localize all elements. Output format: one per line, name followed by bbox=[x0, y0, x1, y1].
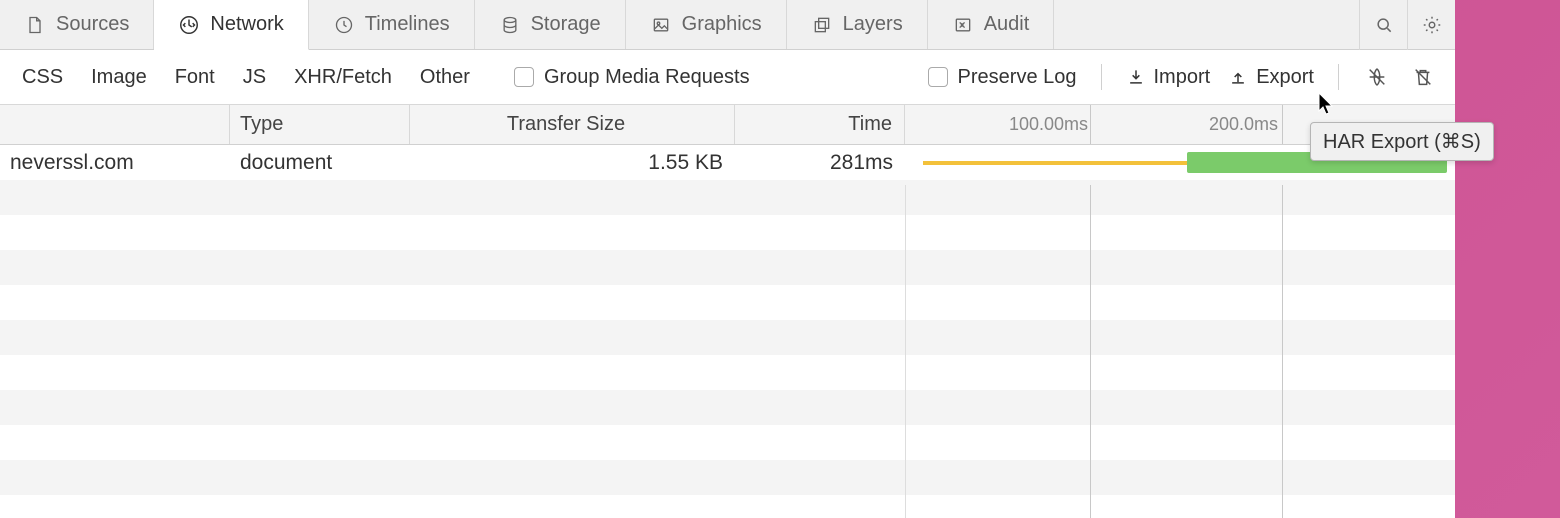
separator bbox=[1101, 64, 1102, 90]
separator bbox=[1338, 64, 1339, 90]
tab-label: Network bbox=[210, 13, 283, 36]
tab-network[interactable]: Network bbox=[154, 0, 308, 50]
devtools-panel: Sources Network Timelines Storage Graphi… bbox=[0, 0, 1455, 518]
preserve-log-label: Preserve Log bbox=[958, 66, 1077, 89]
tab-layers[interactable]: Layers bbox=[787, 0, 928, 49]
clock-icon bbox=[333, 14, 355, 36]
tab-audit[interactable]: Audit bbox=[928, 0, 1055, 49]
tab-label: Layers bbox=[843, 13, 903, 36]
col-header-time[interactable]: Time bbox=[735, 105, 905, 144]
table-row bbox=[0, 495, 1455, 518]
group-media-checkbox[interactable]: Group Media Requests bbox=[514, 66, 750, 89]
upload-icon bbox=[1228, 67, 1248, 87]
import-button[interactable]: Import bbox=[1126, 66, 1211, 89]
tab-graphics[interactable]: Graphics bbox=[626, 0, 787, 49]
disable-cache-button[interactable] bbox=[1363, 63, 1391, 91]
waterfall-wait-bar bbox=[923, 161, 1187, 165]
filter-font[interactable]: Font bbox=[161, 60, 229, 95]
cell-time: 281ms bbox=[735, 145, 905, 180]
network-table: Type Transfer Size Time 100.00ms 200.0ms… bbox=[0, 105, 1455, 518]
table-row bbox=[0, 425, 1455, 460]
layers-icon bbox=[811, 14, 833, 36]
table-row bbox=[0, 250, 1455, 285]
col-header-type[interactable]: Type bbox=[230, 105, 410, 144]
clear-button[interactable] bbox=[1409, 63, 1437, 91]
table-body: neverssl.com document 1.55 KB 281ms bbox=[0, 145, 1455, 518]
export-tooltip: HAR Export (⌘S) bbox=[1310, 122, 1494, 161]
tab-label: Audit bbox=[984, 13, 1030, 36]
col-header-size[interactable]: Transfer Size bbox=[410, 105, 735, 144]
filter-xhr[interactable]: XHR/Fetch bbox=[280, 60, 406, 95]
table-row bbox=[0, 390, 1455, 425]
filter-other[interactable]: Other bbox=[406, 60, 484, 95]
tab-label: Storage bbox=[531, 13, 601, 36]
table-row bbox=[0, 180, 1455, 215]
image-icon bbox=[650, 14, 672, 36]
preserve-log-checkbox[interactable]: Preserve Log bbox=[928, 66, 1077, 89]
filter-js[interactable]: JS bbox=[229, 60, 280, 95]
network-icon bbox=[178, 14, 200, 36]
group-media-label: Group Media Requests bbox=[544, 66, 750, 89]
table-row bbox=[0, 355, 1455, 390]
export-button[interactable]: Export bbox=[1228, 66, 1314, 89]
tick-label: 100.00ms bbox=[1090, 105, 1174, 144]
filter-css[interactable]: CSS bbox=[8, 60, 77, 95]
export-label: Export bbox=[1256, 66, 1314, 89]
tab-timelines[interactable]: Timelines bbox=[309, 0, 475, 49]
file-icon bbox=[24, 14, 46, 36]
download-icon bbox=[1126, 67, 1146, 87]
table-row bbox=[0, 285, 1455, 320]
table-header: Type Transfer Size Time 100.00ms 200.0ms bbox=[0, 105, 1455, 145]
filter-image[interactable]: Image bbox=[77, 60, 161, 95]
top-right-icons bbox=[1359, 0, 1455, 49]
filter-bar: CSS Image Font JS XHR/Fetch Other Group … bbox=[0, 50, 1455, 105]
storage-icon bbox=[499, 14, 521, 36]
audit-icon bbox=[952, 14, 974, 36]
col-header-name[interactable] bbox=[0, 105, 230, 144]
tab-label: Sources bbox=[56, 13, 129, 36]
top-tab-bar: Sources Network Timelines Storage Graphi… bbox=[0, 0, 1455, 50]
settings-button[interactable] bbox=[1407, 0, 1455, 50]
checkbox-box-icon bbox=[928, 67, 948, 87]
table-row bbox=[0, 320, 1455, 355]
tab-label: Graphics bbox=[682, 13, 762, 36]
tab-sources[interactable]: Sources bbox=[0, 0, 154, 49]
checkbox-box-icon bbox=[514, 67, 534, 87]
cell-size: 1.55 KB bbox=[410, 145, 735, 180]
search-button[interactable] bbox=[1359, 0, 1407, 50]
tab-label: Timelines bbox=[365, 13, 450, 36]
table-row[interactable]: neverssl.com document 1.55 KB 281ms bbox=[0, 145, 1455, 180]
table-row bbox=[0, 215, 1455, 250]
cell-type: document bbox=[230, 145, 410, 180]
cell-name: neverssl.com bbox=[0, 145, 230, 180]
table-row bbox=[0, 460, 1455, 495]
import-label: Import bbox=[1154, 66, 1211, 89]
tab-storage[interactable]: Storage bbox=[475, 0, 626, 49]
